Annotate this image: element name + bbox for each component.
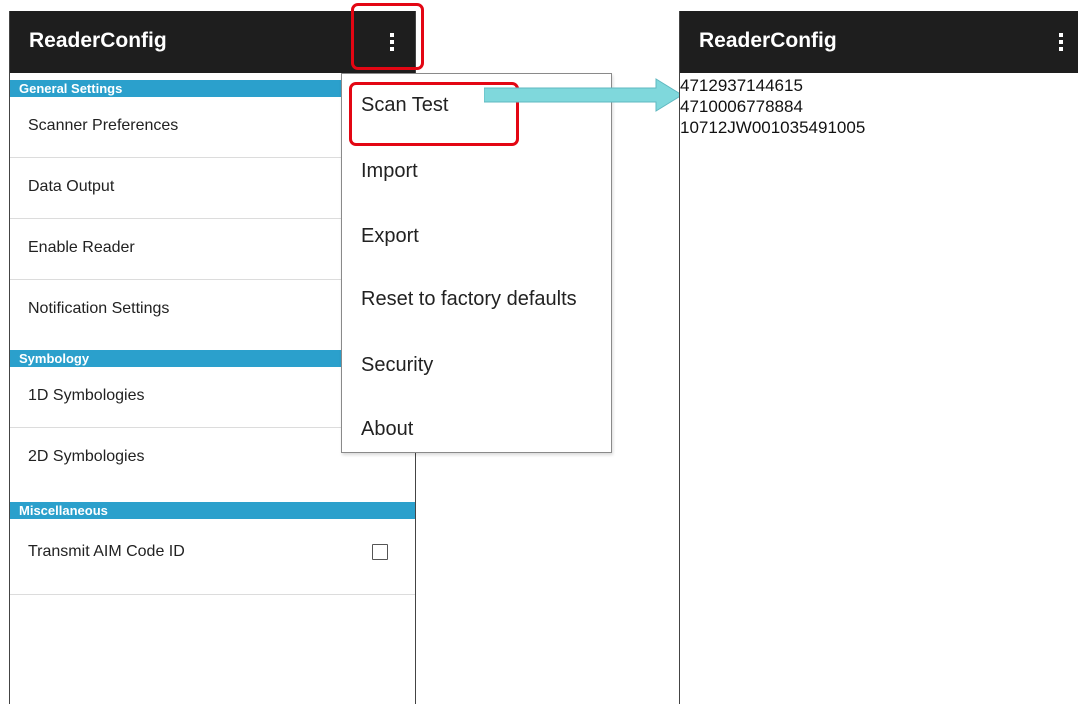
app-bar: ReaderConfig [680, 11, 1078, 73]
overflow-button-highlight [351, 3, 424, 70]
menu-item-import[interactable]: Import [361, 160, 418, 183]
scan-result-line: 10712JW001035491005 [680, 118, 866, 137]
pref-label: Notification Settings [28, 300, 170, 317]
scan-result-line: 4712937144615 [680, 76, 803, 95]
right-arrow-icon [484, 78, 683, 112]
scan-result-line: 4710006778884 [680, 97, 803, 116]
app-title: ReaderConfig [699, 29, 837, 52]
pref-label: Data Output [28, 178, 115, 195]
pref-label: Enable Reader [28, 239, 135, 256]
app-title: ReaderConfig [29, 29, 167, 52]
overflow-menu-button[interactable] [1041, 22, 1078, 62]
menu-item-export[interactable]: Export [361, 225, 419, 248]
pref-label: 1D Symbologies [28, 387, 145, 404]
section-header-miscellaneous: Miscellaneous [10, 502, 415, 519]
menu-item-security[interactable]: Security [361, 354, 433, 377]
scan-test-screen: ReaderConfig 4712937144615 4710006778884… [679, 11, 1078, 704]
pref-label: Transmit AIM Code ID [28, 543, 185, 560]
menu-item-reset-factory-defaults[interactable]: Reset to factory defaults [361, 288, 577, 311]
more-vertical-icon [1059, 33, 1063, 51]
scan-results-text[interactable]: 4712937144615 4710006778884 10712JW00103… [680, 75, 865, 138]
pref-label: 2D Symbologies [28, 448, 145, 465]
menu-item-about[interactable]: About [361, 418, 413, 441]
pref-transmit-aim-code-id[interactable]: Transmit AIM Code ID [10, 519, 415, 595]
pref-label: Scanner Preferences [28, 117, 179, 134]
transmit-aim-checkbox[interactable] [372, 544, 388, 560]
